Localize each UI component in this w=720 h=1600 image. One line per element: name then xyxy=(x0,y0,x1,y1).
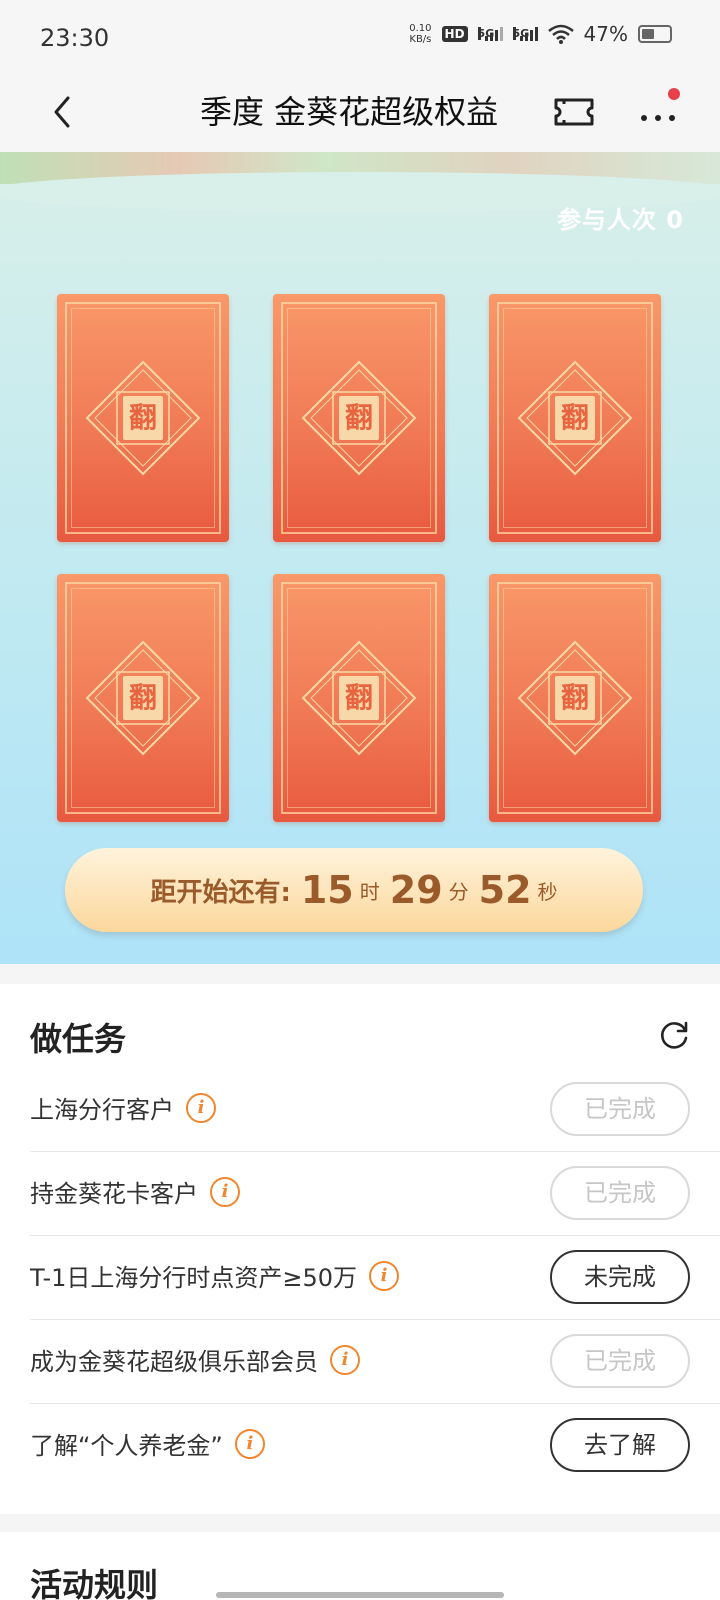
rules-section: 活动规则 xyxy=(0,1532,720,1600)
chevron-left-icon[interactable] xyxy=(40,86,92,138)
flip-card[interactable]: 翻 xyxy=(489,294,661,542)
flip-label: 翻 xyxy=(339,676,379,720)
flip-label: 翻 xyxy=(123,676,163,720)
ticket-icon[interactable] xyxy=(552,92,596,132)
flip-card[interactable]: 翻 xyxy=(489,574,661,822)
task-label: 持金葵花卡客户 xyxy=(30,1180,198,1208)
signal-icon: 5G xyxy=(477,27,503,41)
flip-label: 翻 xyxy=(339,396,379,440)
hd-icon: HD xyxy=(441,26,468,42)
countdown-seconds: 52 xyxy=(478,868,532,912)
countdown-minutes: 29 xyxy=(389,868,443,912)
info-icon[interactable]: i xyxy=(210,1176,240,1207)
flip-card[interactable]: 翻 xyxy=(273,294,445,542)
task-row: 了解“个人养老金” i 去了解 xyxy=(30,1404,720,1488)
flip-label: 翻 xyxy=(555,676,595,720)
flip-label: 翻 xyxy=(555,396,595,440)
flip-label: 翻 xyxy=(123,396,163,440)
task-row: 持金葵花卡客户 i 已完成 xyxy=(30,1152,720,1236)
info-icon[interactable]: i xyxy=(330,1344,360,1375)
status-icons: 0.10 KB/s HD 5G 5G 47% xyxy=(409,22,672,46)
task-label: T-1日上海分行时点资产≥50万 xyxy=(30,1264,358,1292)
countdown-hours: 15 xyxy=(300,868,354,912)
task-row: 成为金葵花超级俱乐部会员 i 已完成 xyxy=(30,1320,720,1404)
signal-icon: 5G xyxy=(512,27,538,41)
participant-count: 参与人次 0 xyxy=(556,206,684,234)
countdown-seconds-unit: 秒 xyxy=(537,879,558,904)
network-speed: 0.10 KB/s xyxy=(409,23,432,45)
flip-card[interactable]: 翻 xyxy=(57,294,229,542)
flip-card[interactable]: 翻 xyxy=(57,574,229,822)
countdown-timer: 距开始还有: 15 时 29 分 52 秒 xyxy=(65,848,643,932)
task-status-button: 已完成 xyxy=(550,1082,690,1136)
battery-icon xyxy=(638,25,672,43)
flip-card-game: 参与人次 0 翻 翻 翻 翻 翻 翻 距开始还有: 15 时 29 分 52 秒 xyxy=(0,152,720,964)
task-label: 了解“个人养老金” xyxy=(30,1432,223,1460)
task-panel-title: 做任务 xyxy=(30,1020,127,1058)
flip-card[interactable]: 翻 xyxy=(273,574,445,822)
task-label: 上海分行客户 xyxy=(30,1096,174,1124)
refresh-icon[interactable] xyxy=(656,1018,692,1054)
task-panel: 做任务 上海分行客户 i 已完成 持金葵花卡客户 i 已完成 T-1日上海分行时… xyxy=(0,984,720,1514)
page-title: 季度 金葵花超级权益 xyxy=(200,93,499,131)
countdown-label: 距开始还有: xyxy=(150,877,291,908)
task-incomplete-button[interactable]: 未完成 xyxy=(550,1250,690,1304)
status-bar: 23:30 0.10 KB/s HD 5G 5G 47% xyxy=(0,0,720,72)
status-time: 23:30 xyxy=(40,24,110,52)
notification-dot xyxy=(668,88,680,100)
nav-bar: 季度 金葵花超级权益 xyxy=(0,72,720,152)
countdown-hours-unit: 时 xyxy=(359,879,380,904)
task-row: 上海分行客户 i 已完成 xyxy=(30,1068,720,1152)
banner-image xyxy=(0,152,720,212)
task-status-button: 已完成 xyxy=(550,1166,690,1220)
card-grid: 翻 翻 翻 翻 翻 翻 xyxy=(57,294,663,822)
more-button[interactable] xyxy=(634,86,686,138)
rules-title: 活动规则 xyxy=(30,1566,159,1600)
countdown-minutes-unit: 分 xyxy=(448,879,469,904)
battery-percent: 47% xyxy=(583,22,628,46)
task-row: T-1日上海分行时点资产≥50万 i 未完成 xyxy=(30,1236,720,1320)
task-label: 成为金葵花超级俱乐部会员 xyxy=(30,1348,318,1376)
info-icon[interactable]: i xyxy=(234,1428,265,1459)
info-icon[interactable]: i xyxy=(369,1260,400,1291)
wifi-icon xyxy=(547,24,574,44)
home-indicator[interactable] xyxy=(216,1592,504,1598)
info-icon[interactable]: i xyxy=(186,1092,216,1123)
task-status-button: 已完成 xyxy=(550,1334,690,1388)
learn-more-button[interactable]: 去了解 xyxy=(550,1418,690,1472)
